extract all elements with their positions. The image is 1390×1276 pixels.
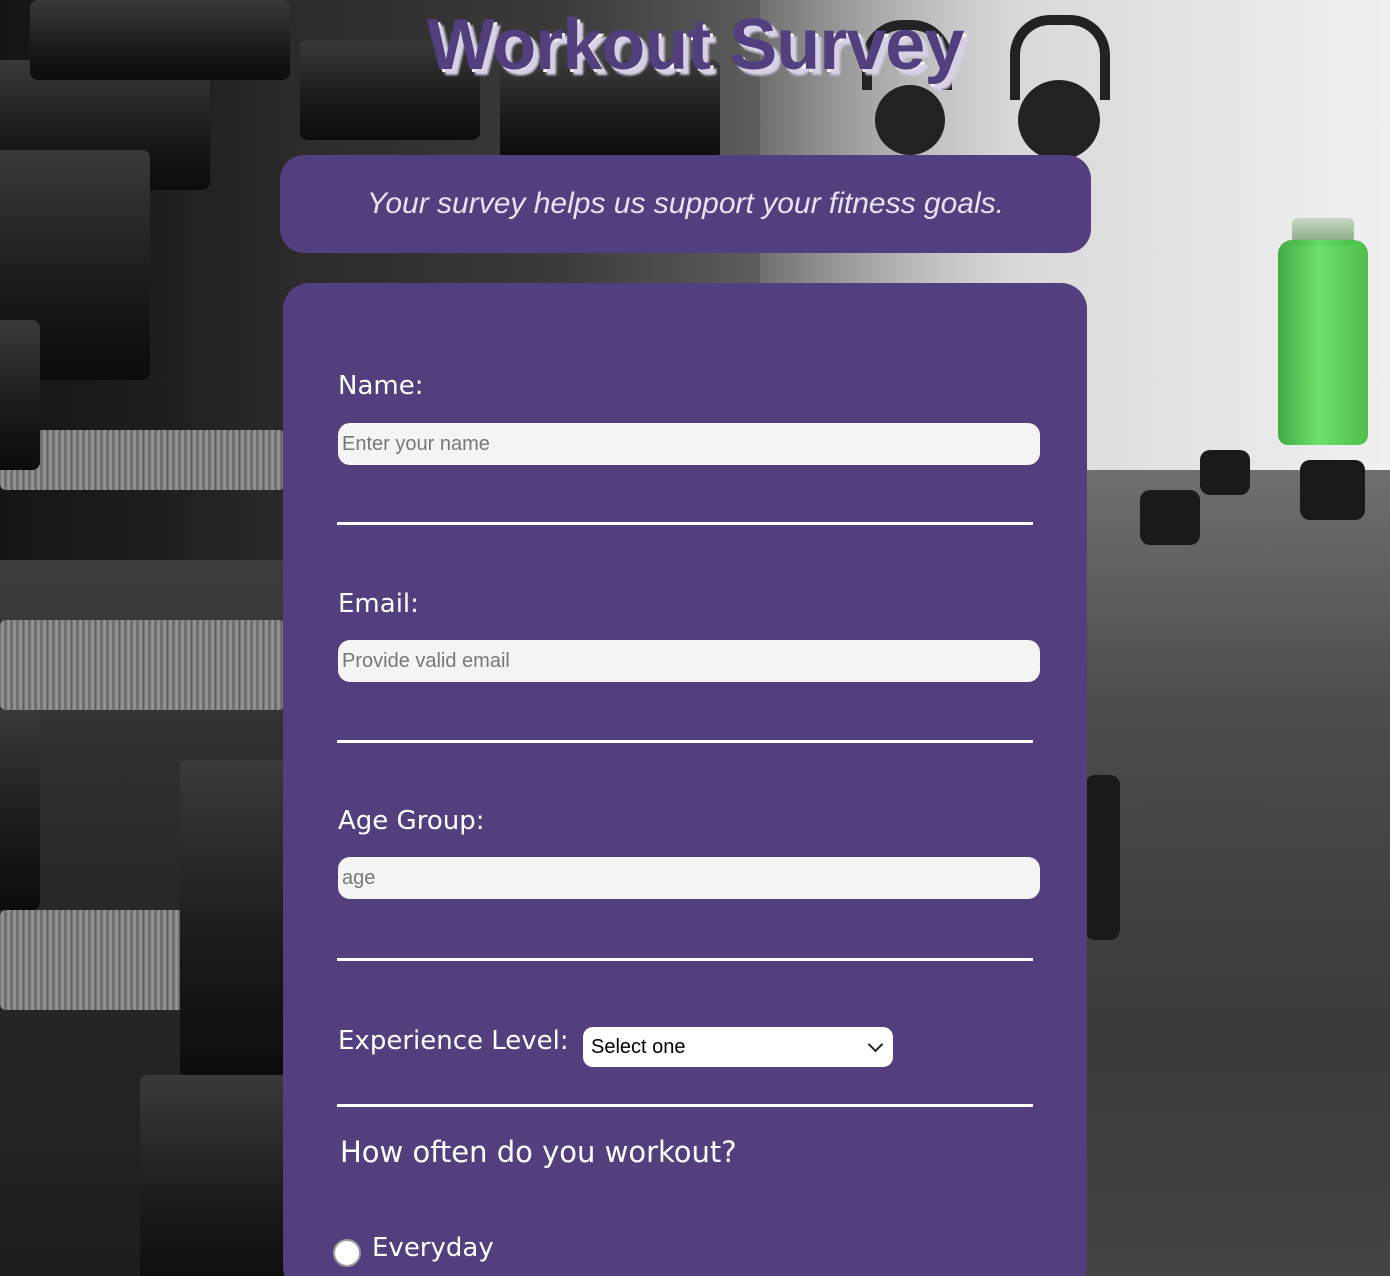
page-title: Workout Survey (426, 5, 965, 85)
subtitle-text: Your survey helps us support your fitnes… (366, 187, 1004, 220)
dumbbell-image (0, 320, 40, 470)
age-group-label: Age Group: (338, 806, 485, 836)
everyday-radio[interactable] (333, 1239, 361, 1267)
divider (337, 958, 1033, 961)
name-label: Name: (338, 371, 424, 401)
survey-form: Name: Email: Age Group: Experience Level… (283, 283, 1087, 1276)
small-dumbbell-image (1300, 460, 1365, 520)
dumbbell-image (180, 760, 290, 1080)
dumbbell-image (140, 1075, 290, 1276)
experience-level-selected-value: Select one (591, 1035, 686, 1058)
divider (337, 1104, 1033, 1107)
divider (337, 522, 1033, 525)
everyday-radio-label: Everyday (372, 1233, 494, 1263)
kettlebell-image (1018, 80, 1100, 160)
small-dumbbell-image (1085, 775, 1120, 940)
divider (337, 740, 1033, 743)
small-dumbbell-image (1140, 490, 1200, 545)
experience-level-select[interactable]: Select one (583, 1027, 893, 1067)
dumbbell-image (0, 710, 40, 910)
kettlebell-image (875, 85, 945, 155)
workout-frequency-question: How often do you workout? (340, 1135, 737, 1169)
name-input[interactable] (338, 423, 1040, 465)
age-input[interactable] (338, 857, 1040, 899)
subtitle-banner: Your survey helps us support your fitnes… (280, 155, 1091, 253)
email-input[interactable] (338, 640, 1040, 682)
dumbbell-bar-image (0, 620, 285, 710)
small-dumbbell-image (1200, 450, 1250, 495)
water-bottle-image (1278, 240, 1368, 445)
background-floor-right (1085, 470, 1390, 1276)
experience-level-label: Experience Level: (338, 1026, 569, 1056)
email-label: Email: (338, 589, 419, 619)
chevron-down-icon (867, 1036, 884, 1052)
dumbbell-bar-image (0, 430, 285, 490)
